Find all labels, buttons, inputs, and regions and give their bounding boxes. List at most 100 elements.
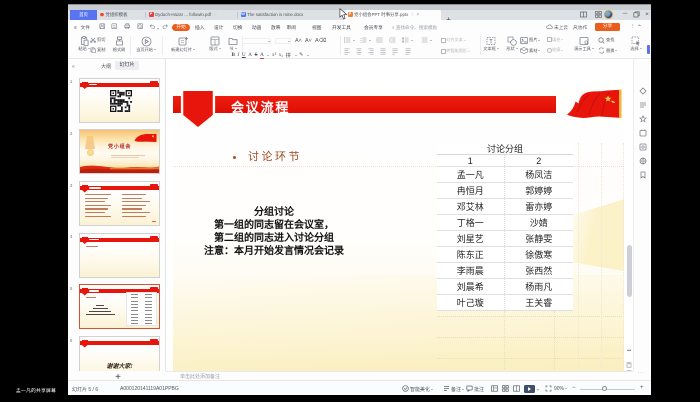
- new-slide-button[interactable]: 新建幻灯片: [167, 36, 199, 54]
- minimize-button[interactable]: ─: [621, 10, 629, 18]
- resource-icon[interactable]: [639, 157, 647, 165]
- fill-button[interactable]: 填充: [547, 37, 563, 43]
- slide-thumbnail-3[interactable]: [79, 181, 160, 226]
- discussion-table[interactable]: 讨论分组12孟一凡杨凤洁冉恒月郭婷婷邓艾林雷亦婷丁格一沙婧刘星艺张静雯陈东正徐傲…: [437, 143, 573, 312]
- distribute-icon[interactable]: [392, 48, 399, 55]
- bullets-icon[interactable]: [344, 37, 355, 43]
- undo-icon[interactable]: [149, 23, 156, 30]
- beautify-label[interactable]: 智能美化: [410, 386, 433, 393]
- restore-button[interactable]: [632, 11, 640, 18]
- section-button[interactable]: 节: [226, 36, 240, 53]
- subscript-icon[interactable]: x₂: [279, 52, 283, 58]
- hamburger-icon[interactable]: ≡: [74, 25, 77, 30]
- menu-tab-insert[interactable]: 插入: [195, 25, 204, 31]
- text-effect-icon[interactable]: 拼: [286, 52, 291, 59]
- ribbon-collapse-icon[interactable]: ⌃: [637, 24, 642, 31]
- panel-collapse-icon[interactable]: «: [72, 64, 75, 70]
- slide-thumbnail-4[interactable]: [79, 233, 160, 278]
- redo-icon[interactable]: [162, 23, 169, 30]
- notes-bar[interactable]: 单击此处添加备注: [166, 371, 633, 380]
- font-name-select[interactable]: [242, 38, 271, 44]
- zoom-slider-knob[interactable]: [602, 386, 607, 391]
- reading-view-icon[interactable]: [513, 385, 520, 392]
- menu-tab-transition[interactable]: 切换: [233, 25, 242, 31]
- scroll-split-handle[interactable]: ▬: [626, 348, 632, 352]
- plugin-icon[interactable]: [639, 129, 647, 137]
- slide-body-text[interactable]: 分组讨论第一组的同志留在会议室，第二组的同志进入讨论分组注意：本月开始发言情况会…: [173, 206, 375, 258]
- comments-icon[interactable]: [466, 385, 473, 392]
- slide-sorter-icon[interactable]: [502, 385, 509, 392]
- material-button[interactable]: 素材: [520, 47, 540, 54]
- play-from-current-button[interactable]: 当页开始: [132, 36, 160, 54]
- menu-tab-member[interactable]: 会员专享: [364, 25, 383, 31]
- rail-more-dots[interactable]: ···: [638, 371, 645, 375]
- format-painter-button[interactable]: 格式刷: [110, 36, 128, 54]
- tab-ppt-active[interactable]: P 党小组会PPT 时事分享.pptx ♡ ×: [345, 10, 441, 20]
- cut-button[interactable]: 剪切: [90, 37, 105, 43]
- tab-home[interactable]: 首页: [70, 10, 97, 20]
- slide-bullet-text[interactable]: 讨论环节: [248, 148, 302, 164]
- menu-tab-view[interactable]: 视图: [312, 25, 321, 31]
- slide-thumbnail-6[interactable]: 谢谢大家!: [79, 336, 160, 371]
- play-options-caret[interactable]: ▾: [537, 387, 539, 392]
- bookmark-icon[interactable]: [639, 171, 647, 179]
- presentation-tools-button[interactable]: 演示工具: [571, 36, 597, 53]
- tab-word-doc[interactable]: W The satisfaction is mine.docx: [238, 10, 344, 20]
- fit-slide-icon[interactable]: [545, 385, 552, 392]
- merge-align-icon[interactable]: [405, 48, 412, 55]
- justify-icon[interactable]: [380, 48, 387, 55]
- menu-tab-start[interactable]: 开始: [172, 24, 190, 31]
- tab-pdf-doc[interactable]: P Dyduch-Hazar ... followin.pdf ♡: [146, 10, 237, 20]
- highlight-icon[interactable]: ✎: [299, 52, 303, 58]
- notes-toggle-label[interactable]: 备注: [451, 386, 464, 393]
- tab-slides[interactable]: 幻灯片: [115, 61, 139, 70]
- underline-icon[interactable]: U: [242, 52, 246, 58]
- slide-title[interactable]: 会议流程: [231, 97, 290, 116]
- print-preview-icon[interactable]: [137, 23, 144, 30]
- line-spacing-icon[interactable]: [402, 37, 413, 43]
- menu-tab-review[interactable]: 审阅: [287, 25, 296, 31]
- align-left-icon[interactable]: [344, 48, 351, 55]
- split-view-icon[interactable]: [579, 11, 587, 18]
- undo-caret[interactable]: ▾: [157, 26, 159, 31]
- textbox-button[interactable]: 文本框: [482, 36, 500, 53]
- search-input[interactable]: ⌕ 查找命令、搜索模板: [392, 25, 437, 31]
- tab-outline[interactable]: 大纲: [101, 63, 111, 70]
- layout-button[interactable]: 版式: [206, 36, 224, 53]
- normal-view-icon[interactable]: [491, 385, 498, 392]
- find-button[interactable]: 查找: [598, 37, 614, 44]
- close-button[interactable]: ×: [643, 11, 651, 19]
- align-text-button[interactable]: 对齐文本: [441, 37, 466, 43]
- docer-material-icon[interactable]: [639, 143, 647, 151]
- font-color-icon[interactable]: A: [260, 52, 264, 59]
- font-size-select[interactable]: [275, 38, 291, 44]
- shapes-button[interactable]: 形状: [504, 36, 520, 53]
- effects-icon[interactable]: [639, 115, 647, 123]
- strikethrough-icon[interactable]: S: [255, 52, 258, 58]
- italic-icon[interactable]: I: [238, 52, 240, 58]
- zoom-slider-track[interactable]: [580, 389, 635, 390]
- collaborate-button[interactable]: 协作: [578, 25, 587, 31]
- save-icon[interactable]: [99, 23, 106, 30]
- animation-pane-icon[interactable]: [639, 101, 647, 109]
- tab-star-icon[interactable]: ♡: [213, 12, 217, 18]
- tab-doc-template[interactable]: 党组织模板: [97, 10, 145, 20]
- play-slideshow-button[interactable]: [524, 385, 535, 394]
- menubar-more-icon[interactable]: ⋮: [630, 24, 636, 30]
- picture-button[interactable]: 图片: [520, 37, 540, 44]
- slide-thumbnail-2[interactable]: 党小组会: [79, 129, 160, 174]
- increase-indent-icon[interactable]: [389, 37, 397, 43]
- share-button[interactable]: 分享: [595, 23, 620, 31]
- notes-toggle-icon[interactable]: [443, 385, 450, 392]
- vertical-scrollbar[interactable]: [627, 245, 632, 297]
- superscript-icon[interactable]: x²: [272, 52, 276, 58]
- menu-tab-design[interactable]: 设计: [214, 25, 223, 31]
- zoom-out-button[interactable]: −: [572, 385, 576, 391]
- replace-button[interactable]: 替换: [598, 47, 617, 54]
- align-right-icon[interactable]: [368, 48, 375, 55]
- tab-star-icon[interactable]: ♡: [410, 12, 414, 18]
- paragraph-spacing-icon[interactable]: [421, 37, 432, 43]
- slide[interactable]: 会议流程 讨论环节 分组讨论第一组的同志留在会议室，第二组的同志进入讨论分组注意…: [173, 65, 624, 371]
- outline-button[interactable]: 轮廓: [547, 47, 563, 53]
- file-menu[interactable]: 文件: [81, 25, 90, 31]
